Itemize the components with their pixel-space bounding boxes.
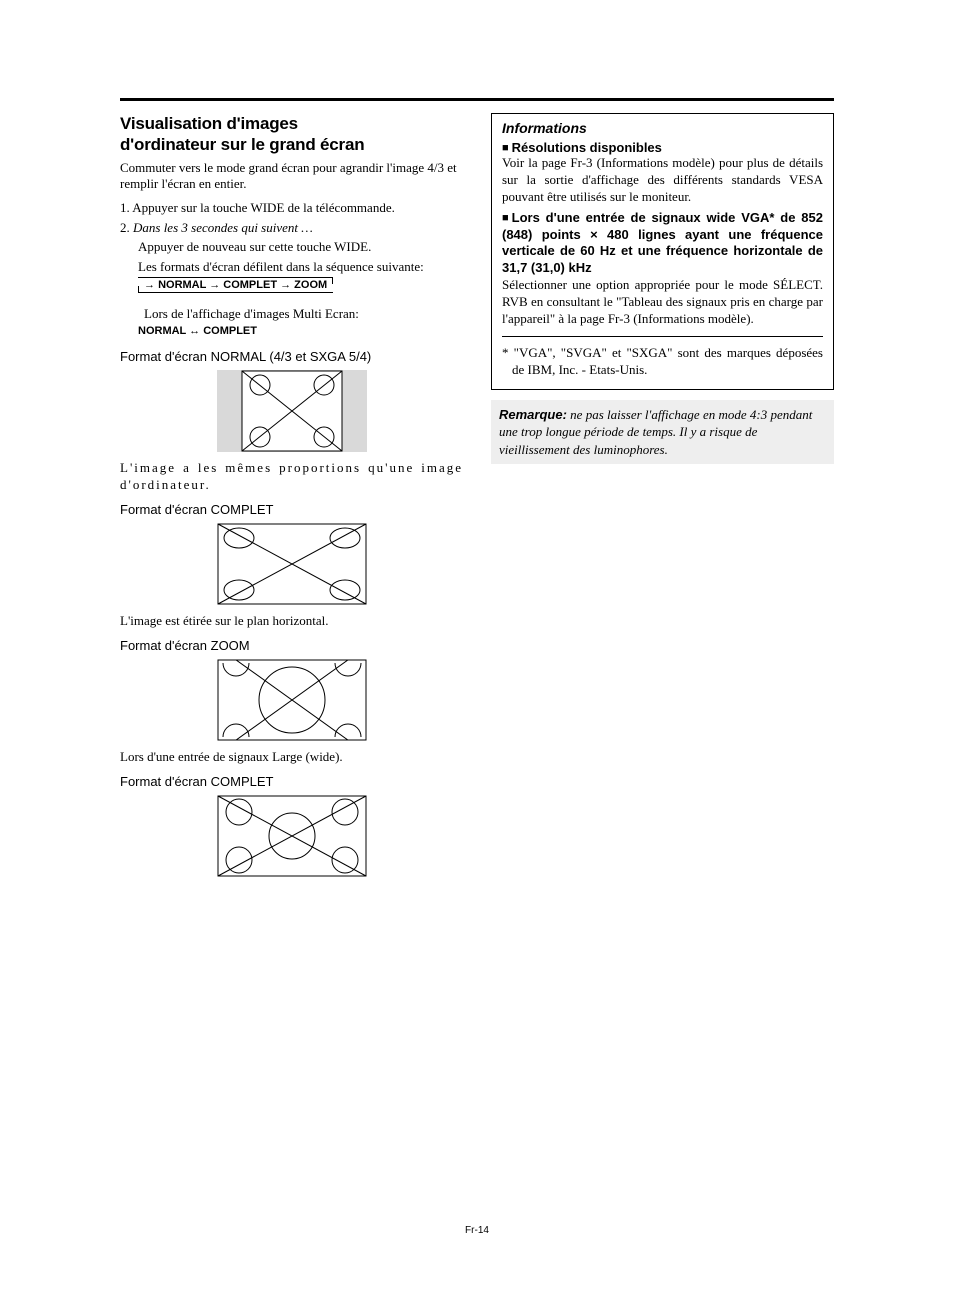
seq-normal: NORMAL xyxy=(158,279,206,291)
format-complet-paragraph: L'image est étirée sur le plan horizonta… xyxy=(120,613,463,630)
diagram-complet2-icon xyxy=(217,795,367,877)
top-rule xyxy=(120,98,834,101)
resolutions-paragraph: Voir la page Fr-3 (Informations modèle) … xyxy=(502,155,823,206)
format-sequence: → NORMAL → COMPLET → ZOOM xyxy=(120,277,463,293)
remarque-lead: Remarque: xyxy=(499,407,567,422)
page-footer: Fr-14 xyxy=(0,1225,954,1236)
section-heading: Visualisation d'images d'ordinateur sur … xyxy=(120,113,463,156)
seq-zoom: ZOOM xyxy=(294,279,327,291)
format-zoom-heading: Format d'écran ZOOM xyxy=(120,638,463,653)
info-divider xyxy=(502,336,823,337)
arrow-icon: → xyxy=(144,279,155,291)
seq2-normal: NORMAL xyxy=(138,325,186,337)
format-sequence-2: NORMAL ↔ COMPLET xyxy=(120,325,463,337)
step-2-lead: 2. Dans les 3 secondes qui suivent … xyxy=(120,219,463,237)
diagram-normal-icon xyxy=(217,370,367,452)
format-complet2-heading: Format d'écran COMPLET xyxy=(120,774,463,789)
heading-line2: d'ordinateur sur le grand écran xyxy=(120,135,364,154)
diagram-zoom-icon xyxy=(217,659,367,741)
resolutions-heading-text: Résolutions disponibles xyxy=(512,140,662,155)
step-2-italic: Dans les 3 secondes qui suivent … xyxy=(133,220,313,235)
arrow-icon: → xyxy=(209,279,220,291)
seq-complet: COMPLET xyxy=(223,279,277,291)
vga-heading-text: Lors d'une entrée de signaux wide VGA* d… xyxy=(502,210,823,276)
step-2-line2: Appuyer de nouveau sur cette touche WIDE… xyxy=(120,238,463,256)
resolutions-heading: ■Résolutions disponibles xyxy=(502,140,823,155)
double-arrow-icon: ↔ xyxy=(189,325,200,337)
format-normal-paragraph: L'image a les mêmes proportions qu'une i… xyxy=(120,460,463,494)
heading-line1: Visualisation d'images xyxy=(120,114,298,133)
format-normal-heading: Format d'écran NORMAL (4/3 et SXGA 5/4) xyxy=(120,349,463,364)
trademark-footnote: * "VGA", "SVGA" et "SXGA" sont des marqu… xyxy=(502,345,823,379)
square-bullet-icon: ■ xyxy=(502,142,509,154)
multi-ecran-line: Lors de l'affichage d'images Multi Ecran… xyxy=(126,305,463,323)
sequence-box: → NORMAL → COMPLET → ZOOM xyxy=(138,277,333,293)
informations-title: Informations xyxy=(502,120,823,136)
step-2-line3: Les formats d'écran défilent dans la séq… xyxy=(120,258,463,276)
right-column: Informations ■Résolutions disponibles Vo… xyxy=(491,113,834,885)
left-column: Visualisation d'images d'ordinateur sur … xyxy=(120,113,463,885)
step-1: 1. Appuyer sur la touche WIDE de la télé… xyxy=(120,199,463,217)
arrow-icon: → xyxy=(280,279,291,291)
diagram-complet-icon xyxy=(217,523,367,605)
seq2-complet: COMPLET xyxy=(203,325,257,337)
two-column-layout: Visualisation d'images d'ordinateur sur … xyxy=(120,113,834,885)
format-complet-heading: Format d'écran COMPLET xyxy=(120,502,463,517)
vga-paragraph: Sélectionner une option appropriée pour … xyxy=(502,277,823,328)
square-bullet-icon: ■ xyxy=(502,211,509,225)
remarque-box: Remarque: ne pas laisser l'affichage en … xyxy=(491,400,834,465)
informations-box: Informations ■Résolutions disponibles Vo… xyxy=(491,113,834,390)
format-zoom-paragraph: Lors d'une entrée de signaux Large (wide… xyxy=(120,749,463,766)
vga-heading: ■Lors d'une entrée de signaux wide VGA* … xyxy=(502,210,823,278)
step-2-number: 2. xyxy=(120,220,130,235)
intro-paragraph: Commuter vers le mode grand écran pour a… xyxy=(120,160,463,194)
